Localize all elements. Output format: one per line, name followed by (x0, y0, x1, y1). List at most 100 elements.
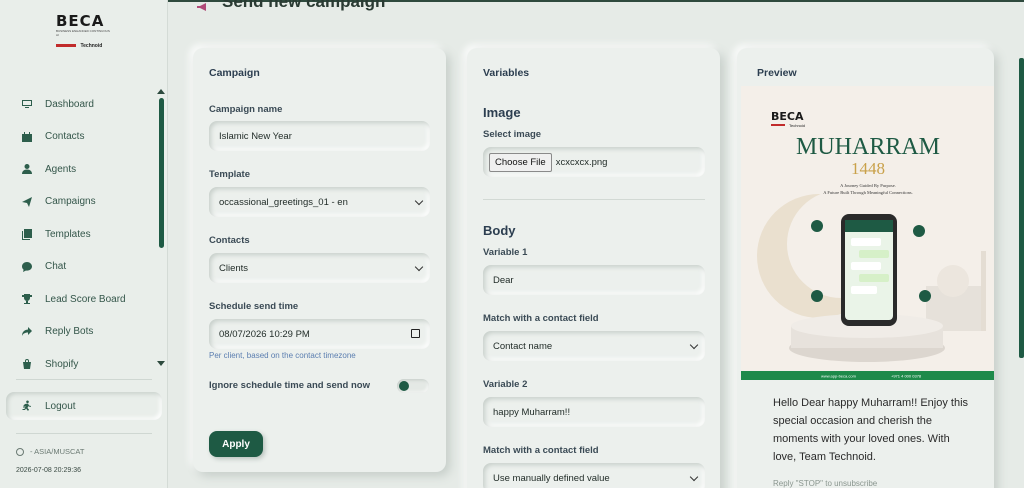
sidebar-item-agents[interactable]: Agents (10, 153, 158, 186)
sidebar-item-label: Campaigns (45, 196, 96, 208)
timezone: - ASIA/MUSCAT (16, 447, 84, 456)
shopping-bag-icon (20, 357, 34, 371)
sidebar-item-chat[interactable]: Chat (10, 251, 158, 284)
sidebar-item-dashboard[interactable]: Dashboard (10, 88, 158, 121)
sidebar: BECA BUSINESS ENHANCED CONTINUOUS AI Tec… (0, 0, 168, 488)
logo-tagline: BUSINESS ENHANCED CONTINUOUS AI (56, 29, 110, 37)
apply-button[interactable]: Apply (209, 431, 263, 457)
variable-1-label: Variable 1 (483, 247, 528, 258)
sidebar-item-campaigns[interactable]: Campaigns (10, 186, 158, 219)
template-selected-value: occassional_greetings_01 - en (219, 196, 348, 208)
preview-year: 1448 (851, 159, 885, 178)
image-heading: Image (483, 105, 521, 120)
logo-brand: Technoid (80, 42, 103, 49)
variable-2-label: Variable 2 (483, 379, 528, 390)
sidebar-item-label: Agents (45, 163, 77, 175)
sidebar-item-label: Chat (45, 261, 67, 273)
sidebar-item-label: Lead Score Board (45, 293, 126, 305)
reply-icon (20, 325, 34, 339)
campaign-name-input[interactable]: Islamic New Year (209, 121, 430, 151)
contacts-selected-value: Clients (219, 262, 249, 274)
chevron-down-icon (689, 340, 699, 350)
unsubscribe-note: Reply "STOP" to unsubscribe (773, 479, 878, 488)
chevron-down-icon (689, 472, 699, 482)
current-datetime: 2026-07-08 20:29:36 (16, 467, 81, 474)
contacts-select[interactable]: Clients (209, 253, 430, 283)
template-select[interactable]: occassional_greetings_01 - en (209, 187, 430, 217)
preview-logo: BECA (771, 110, 804, 123)
variable-2-input[interactable]: happy Muharram!! (483, 397, 705, 427)
sidebar-item-reply-bots[interactable]: Reply Bots (10, 316, 158, 349)
sidebar-item-label: Contacts (45, 131, 85, 143)
ignore-schedule-toggle[interactable] (397, 379, 429, 393)
variables-card-title: Variables (483, 67, 530, 79)
apply-label: Apply (222, 438, 250, 450)
preview-heading: MUHARRAM (796, 134, 940, 160)
schedule-label: Schedule send time (209, 301, 299, 312)
preview-logo-sub: Technoid (789, 123, 805, 128)
campaign-name-label: Campaign name (209, 104, 283, 115)
user-icon (20, 162, 34, 176)
chevron-down-icon (414, 262, 424, 272)
trophy-icon (20, 292, 34, 306)
preview-image: BECA Technoid MUHARRAM 1448 A Journey Gu… (741, 86, 994, 380)
schedule-value: 08/07/2026 10:29 PM (219, 328, 310, 340)
preview-line1: A Journey Guided By Purpose. (840, 183, 896, 188)
chevron-down-icon (414, 196, 424, 206)
muharram-graphic: BECA Technoid MUHARRAM 1448 A Journey Gu… (741, 86, 994, 380)
campaign-card-title: Campaign (209, 67, 260, 79)
image-file-input[interactable]: Choose File xcxcxcx.png (483, 147, 705, 177)
sidebar-item-shopify[interactable]: Shopify (10, 348, 158, 381)
sidebar-item-label: Shopify (45, 358, 79, 370)
match-field-2-value: Use manually defined value (493, 472, 610, 484)
toggle-knob (399, 381, 409, 391)
logout-button[interactable]: Logout (6, 392, 162, 420)
sidebar-divider (16, 433, 152, 434)
preview-card-title: Preview (757, 67, 797, 79)
match-field-2-select[interactable]: Use manually defined value (483, 463, 705, 488)
logo-name: BECA (56, 12, 105, 30)
sidebar-item-label: Reply Bots (45, 326, 94, 338)
timezone-label: - ASIA/MUSCAT (30, 447, 85, 456)
template-label: Template (209, 169, 251, 180)
chat-icon (20, 260, 34, 274)
sidebar-nav: Dashboard Contacts Agents Campaigns Temp… (10, 88, 158, 381)
section-divider (483, 199, 705, 200)
match-field-1-select[interactable]: Contact name (483, 331, 705, 361)
sidebar-scrollbar-thumb[interactable] (159, 98, 164, 248)
logo-bar (56, 44, 76, 48)
sidebar-item-templates[interactable]: Templates (10, 218, 158, 251)
schedule-datetime-input[interactable]: 08/07/2026 10:29 PM (209, 319, 430, 349)
beca-logo[interactable]: BECA BUSINESS ENHANCED CONTINUOUS AI Tec… (56, 12, 112, 49)
sidebar-item-lead-score-board[interactable]: Lead Score Board (10, 283, 158, 316)
choose-file-button[interactable]: Choose File (489, 152, 552, 172)
preview-line2: A Future Built Through Meaningful Connec… (823, 190, 912, 195)
variable-2-value: happy Muharram!! (493, 406, 571, 418)
sidebar-scroll-up-arrow[interactable] (157, 89, 165, 94)
variable-1-value: Dear (493, 274, 514, 286)
calendar-icon[interactable] (411, 329, 420, 338)
monitor-icon (20, 97, 34, 111)
campaign-name-value: Islamic New Year (219, 130, 292, 142)
templates-icon (20, 227, 34, 241)
match-field-2-label: Match with a contact field (483, 445, 599, 456)
select-image-label: Select image (483, 129, 542, 140)
campaign-icon (196, 0, 210, 11)
logout-run-icon (20, 400, 32, 412)
match-field-1-value: Contact name (493, 340, 553, 352)
variable-1-input[interactable]: Dear (483, 265, 705, 295)
page-title-text: Send new campaign (222, 0, 386, 11)
preview-footer-phone: +971 4 000 0378 (891, 374, 922, 379)
page-title: Send new campaign (196, 0, 385, 12)
sidebar-item-label: Dashboard (45, 98, 94, 110)
body-heading: Body (483, 223, 516, 238)
sidebar-scroll-down-arrow[interactable] (157, 361, 165, 366)
sidebar-item-contacts[interactable]: Contacts (10, 121, 158, 154)
contacts-label: Contacts (209, 235, 250, 246)
match-field-1-label: Match with a contact field (483, 313, 599, 324)
file-name: xcxcxcx.png (555, 156, 608, 168)
page-scrollbar-thumb[interactable] (1019, 58, 1024, 358)
preview-message: Hello Dear happy Muharram!! Enjoy this s… (773, 397, 969, 463)
globe-icon (16, 447, 24, 456)
send-icon (20, 195, 34, 209)
